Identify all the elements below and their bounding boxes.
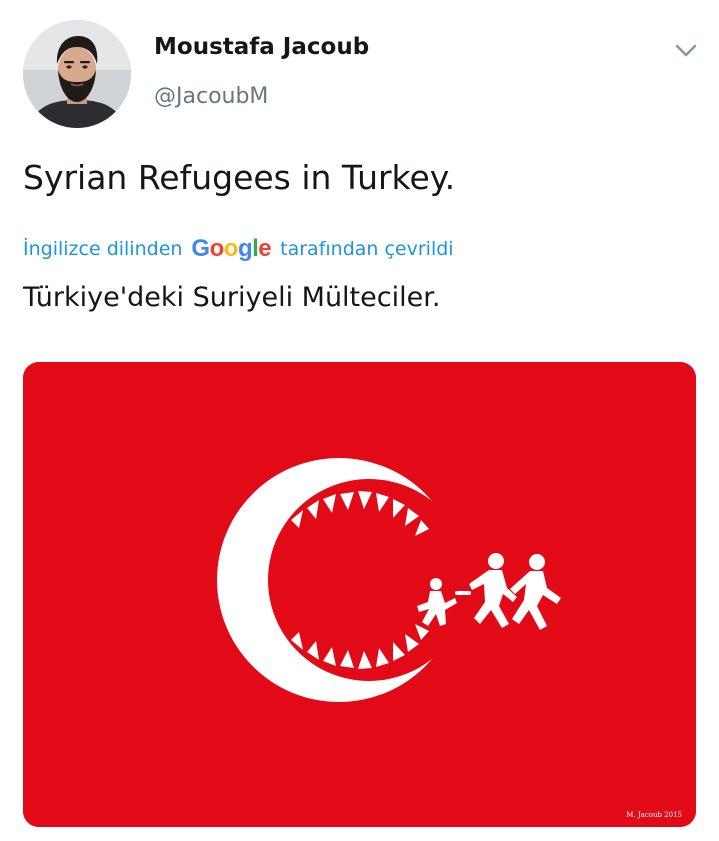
translation-suffix: tarafından çevrildi — [280, 238, 454, 260]
artist-signature: M. Jacoub 2015 — [626, 811, 682, 819]
avatar-photo-icon — [23, 20, 131, 128]
translated-tweet-text: Türkiye'deki Suriyeli Mülteciler. — [23, 282, 441, 313]
translation-attribution-link[interactable]: İngilizce dilinden Google tarafından çev… — [23, 232, 454, 266]
google-logo-letter: e — [258, 235, 272, 262]
tweet-menu-button[interactable] — [672, 36, 700, 64]
google-logo: Google — [191, 235, 271, 263]
tweet-image[interactable]: M. Jacoub 2015 — [23, 362, 696, 827]
author-display-name[interactable]: Moustafa Jacoub — [154, 34, 369, 60]
google-logo-letter: o — [223, 235, 239, 262]
translation-prefix: İngilizce dilinden — [23, 238, 183, 260]
chevron-down-icon — [675, 44, 697, 57]
avatar[interactable] — [23, 20, 131, 128]
author-handle[interactable]: @JacoubM — [154, 84, 268, 109]
google-logo-letter: o — [209, 235, 225, 262]
google-logo-letter: g — [237, 235, 253, 262]
tweet-card: Moustafa Jacoub @JacoubM Syrian Refugees… — [0, 0, 719, 841]
turkish-flag-crescent-shark-jaws-refugees-icon — [23, 362, 696, 827]
google-logo-letter: G — [191, 235, 210, 262]
tweet-text: Syrian Refugees in Turkey. — [23, 158, 456, 197]
